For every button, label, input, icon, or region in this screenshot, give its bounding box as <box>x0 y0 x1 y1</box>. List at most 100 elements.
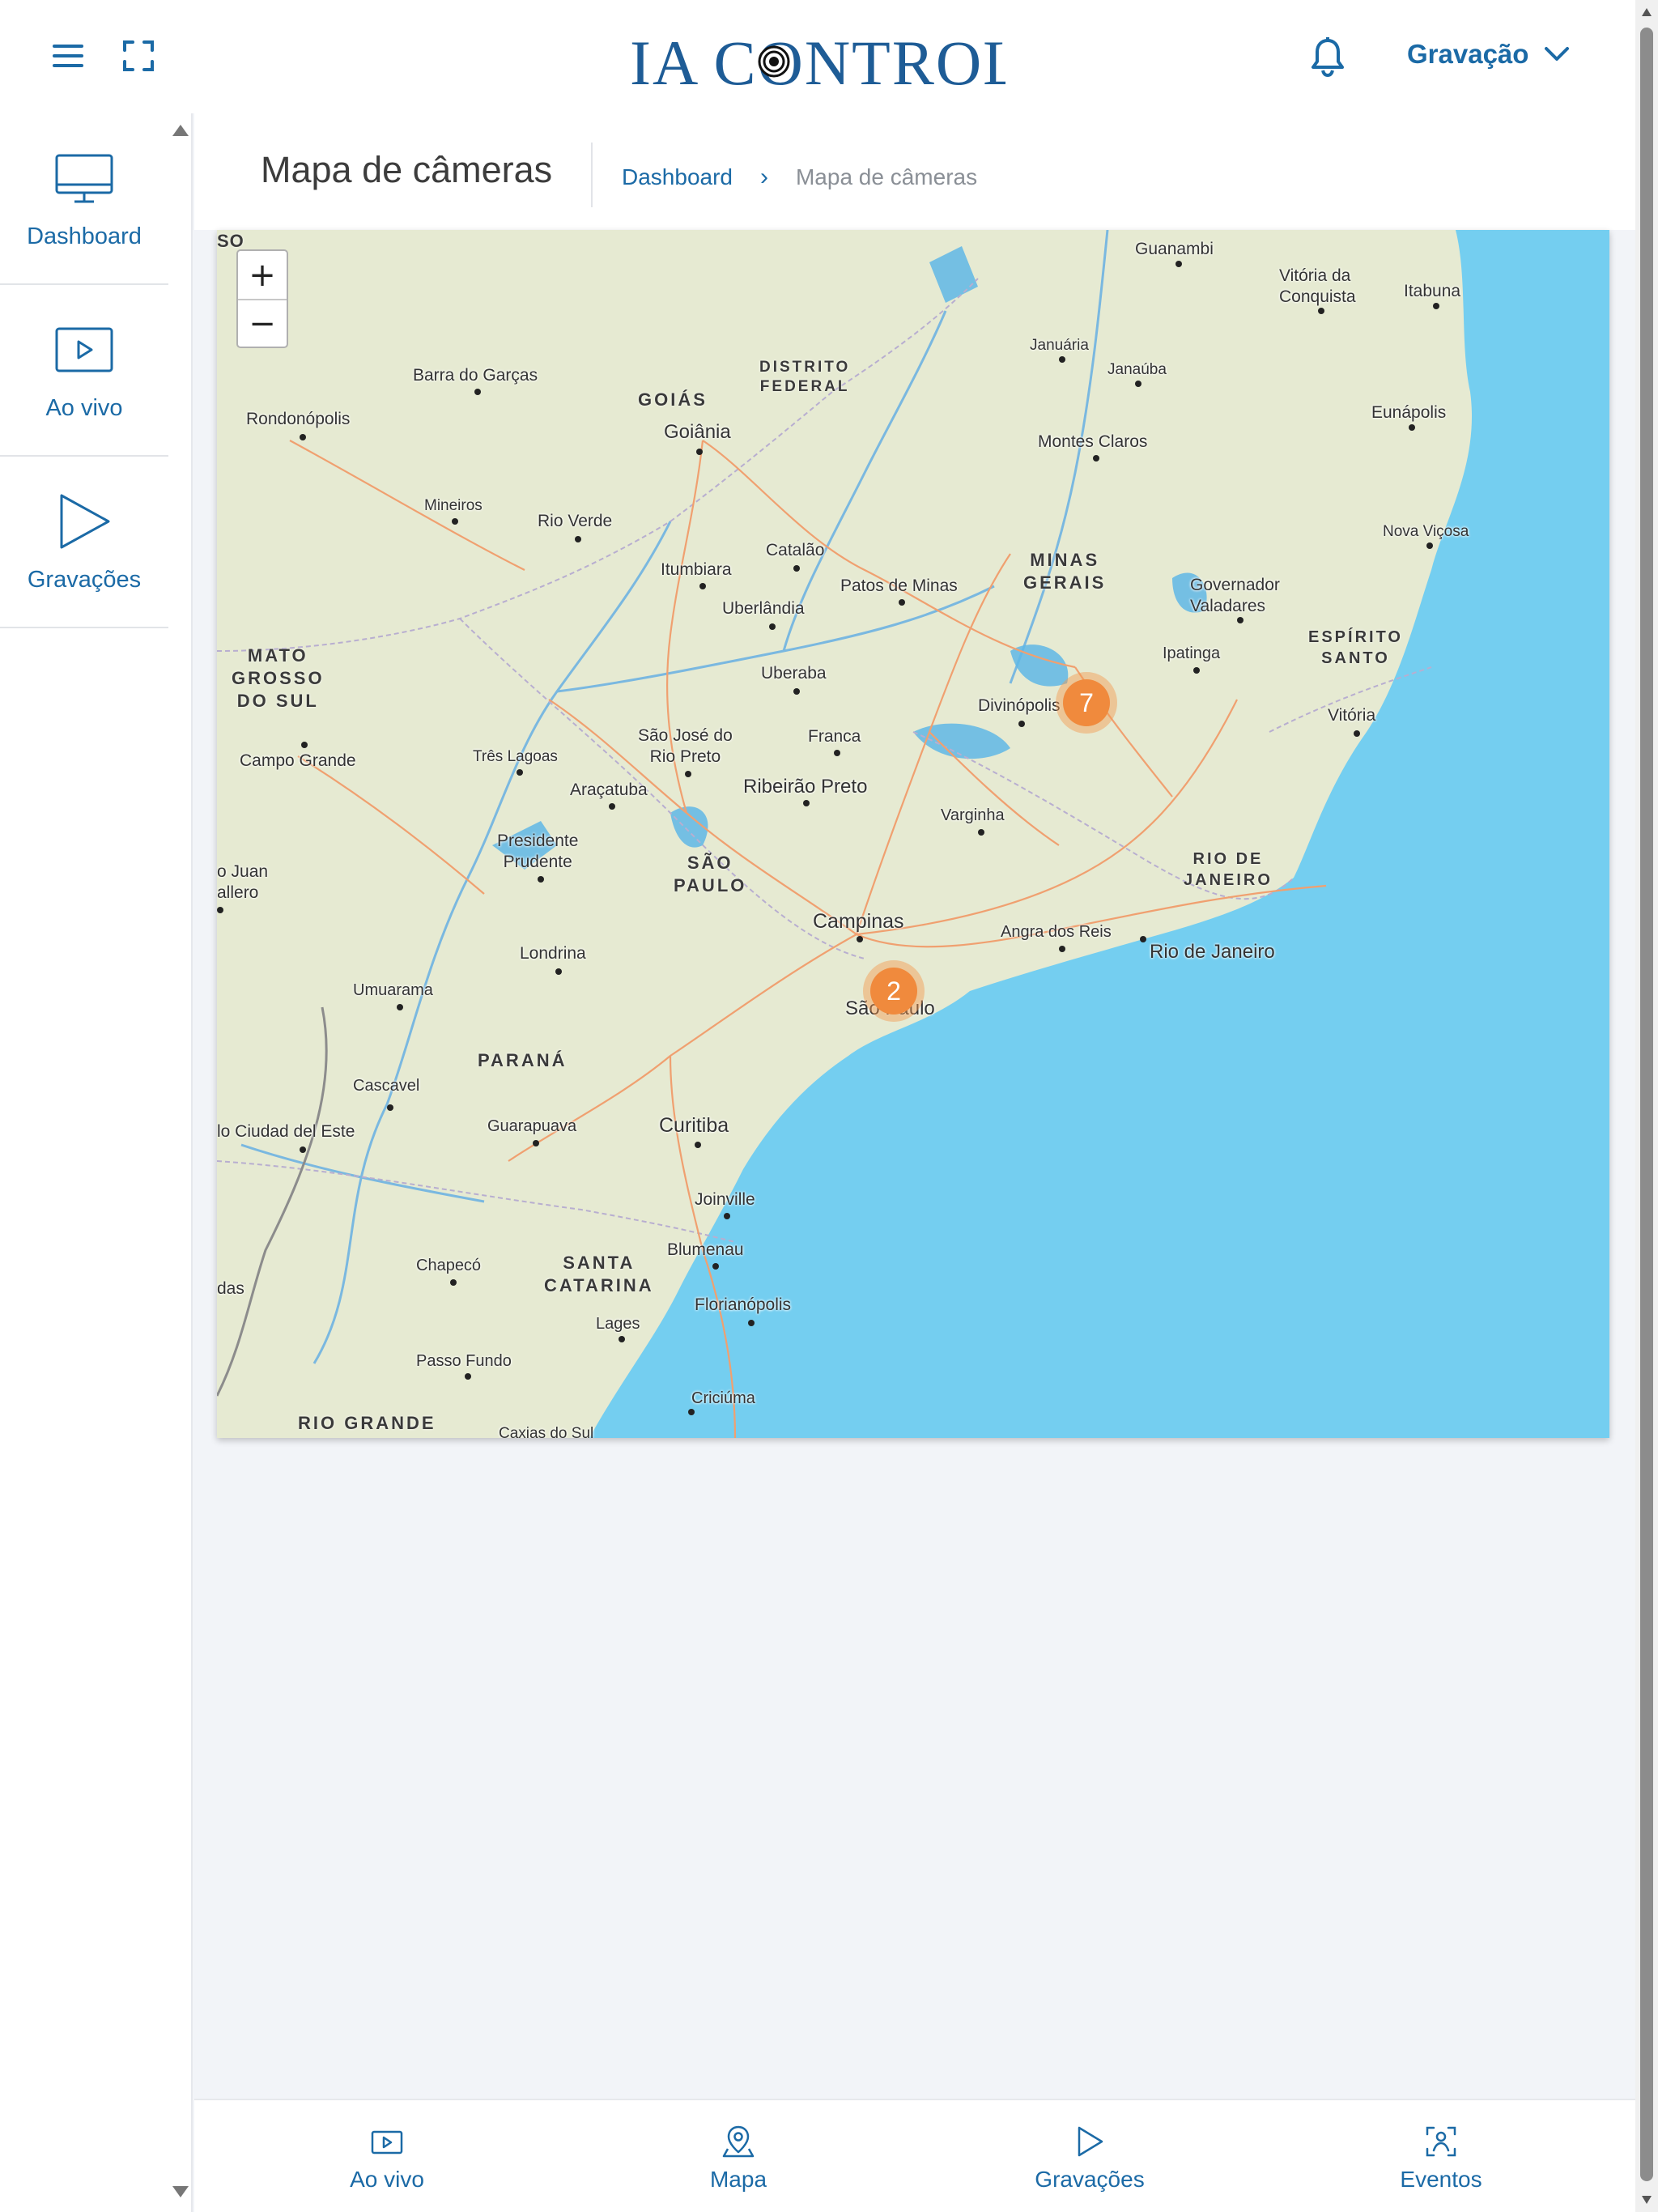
play-square-icon <box>371 2130 403 2155</box>
map-place-label: Divinópolis <box>978 696 1061 715</box>
map-place-label: Lages <box>596 1315 640 1333</box>
map-region-label: GOIÁS <box>638 389 708 410</box>
top-bar: IA CONTROL Gravação <box>0 0 1635 113</box>
sidebar-scroll-down-icon[interactable] <box>172 2186 189 2197</box>
camera-cluster-marker[interactable]: 2 <box>863 960 925 1022</box>
zoom-in-button[interactable]: + <box>238 251 287 299</box>
bottom-nav-ao-vivo[interactable]: Ao vivo <box>306 2125 468 2193</box>
map-place-label: Cascavel <box>353 1077 420 1095</box>
camera-map[interactable]: GOIÁS DISTRITO FEDERAL MINAS GERAIS MATO… <box>217 230 1609 1438</box>
map-place-label: Governador Valadares <box>1190 576 1280 615</box>
map-place-dot <box>1318 308 1324 314</box>
map-place-dot <box>301 742 308 748</box>
bottom-nav-eventos[interactable]: Eventos <box>1360 2125 1522 2193</box>
sidebar-item-label: Ao vivo <box>45 394 123 421</box>
map-region-label: SANTA CATARINA <box>544 1253 654 1295</box>
bell-icon[interactable] <box>1310 36 1346 78</box>
map-place-label: Janaúba <box>1107 361 1167 378</box>
map-place-dot <box>1175 261 1182 267</box>
scrollbar-thumb[interactable] <box>1640 28 1653 2181</box>
fullscreen-icon[interactable] <box>121 39 155 73</box>
map-place-dot <box>387 1104 393 1111</box>
map-place-dot <box>1433 303 1439 309</box>
map-place-label: Caxias do Sul <box>499 1425 594 1438</box>
page-header: Mapa de câmeras Dashboard › Mapa de câme… <box>194 113 1635 230</box>
scroll-down-icon[interactable] <box>1642 2196 1652 2204</box>
bottom-nav: Ao vivo Mapa Gravações Eventos <box>194 2099 1635 2212</box>
map-place-dot <box>575 536 581 542</box>
map-place-label: Araçatuba <box>570 781 648 799</box>
map-place-dot <box>688 1409 695 1415</box>
map-place-dot <box>1135 381 1141 387</box>
map-place-label: Patos de Minas <box>840 576 958 595</box>
map-region-label: PARANÁ <box>478 1050 568 1070</box>
map-place-dot <box>1354 730 1360 737</box>
sidebar-item-dashboard[interactable]: Dashboard <box>0 113 168 285</box>
map-place-dot <box>1237 617 1244 623</box>
map-place-dot <box>978 829 984 836</box>
map-place-label: Itumbiara <box>661 560 732 579</box>
map-place-dot <box>300 434 306 440</box>
map-place-dot <box>474 389 481 395</box>
sidebar-item-ao-vivo[interactable]: Ao vivo <box>0 285 168 457</box>
map-region-label: MINAS GERAIS <box>1023 550 1107 593</box>
scroll-up-icon[interactable] <box>1642 8 1652 16</box>
face-scan-icon <box>1426 2126 1456 2157</box>
user-menu[interactable]: Gravação <box>1407 32 1571 76</box>
menu-icon[interactable] <box>52 42 84 70</box>
map-place-label: Mineiros <box>424 497 483 514</box>
map-place-label: lo Ciudad del Este <box>217 1122 355 1141</box>
bottom-nav-label: Ao vivo <box>350 2167 424 2192</box>
zoom-out-button[interactable]: − <box>238 299 287 347</box>
map-place-label: Blumenau <box>667 1240 744 1259</box>
map-place-dot <box>1193 667 1200 674</box>
logo-text: IA CONTROL <box>630 28 1005 98</box>
map-place-dot <box>793 688 800 695</box>
monitor-icon <box>55 154 113 202</box>
breadcrumb: Dashboard › Mapa de câmeras <box>622 164 977 191</box>
map-place-label: Ribeirão Preto <box>743 776 868 798</box>
map-region-label: MATO GROSSO DO SUL <box>232 645 325 711</box>
map-place-dot <box>609 803 615 810</box>
map-place-label: Guanambi <box>1135 240 1214 258</box>
map-place-dot <box>517 769 523 776</box>
map-place-label: Barra do Garças <box>413 366 538 385</box>
camera-cluster-marker[interactable]: 7 <box>1056 672 1117 734</box>
sidebar-item-gravacoes[interactable]: Gravações <box>0 457 168 628</box>
sidebar-scroll-up-icon[interactable] <box>172 125 189 136</box>
map-place-dot <box>724 1213 730 1219</box>
map-place-label: Curitiba <box>659 1114 729 1137</box>
sidebar-item-label: Dashboard <box>27 223 142 249</box>
zoom-control: + − <box>236 249 288 348</box>
breadcrumb-current: Mapa de câmeras <box>795 164 978 189</box>
map-place-label: Umuarama <box>353 981 433 999</box>
map-place-label: Chapecó <box>416 1257 482 1274</box>
map-place-label: Criciúma <box>691 1389 755 1407</box>
map-place-label: Januária <box>1030 337 1089 354</box>
map-place-dot <box>217 907 223 913</box>
page-title: Mapa de câmeras <box>261 149 553 190</box>
map-place-dot <box>1093 455 1099 462</box>
map-place-dot <box>300 1146 306 1153</box>
map-place-dot <box>803 800 810 806</box>
map-place-label: o Juan allero <box>217 862 269 902</box>
map-place-label: Vitória <box>1328 706 1376 725</box>
cluster-count: 2 <box>870 968 917 1015</box>
breadcrumb-dashboard-link[interactable]: Dashboard <box>622 164 733 190</box>
map-place-label: Eunápolis <box>1371 403 1447 422</box>
bottom-nav-gravacoes[interactable]: Gravações <box>1009 2125 1171 2193</box>
map-place-label: Guarapuava <box>487 1117 577 1135</box>
map-place-dot <box>1409 424 1415 431</box>
map-place-label: Três Lagoas <box>473 748 558 765</box>
map-place-label: Uberlândia <box>722 599 805 618</box>
map-place-dot <box>699 583 706 589</box>
map-place-label: das <box>217 1279 244 1298</box>
map-place-label: Rio Verde <box>538 512 613 530</box>
map-place-dot <box>793 565 800 572</box>
bottom-nav-mapa[interactable]: Mapa <box>657 2125 819 2193</box>
map-place-dot <box>538 876 544 883</box>
map-place-dot <box>1059 356 1065 363</box>
map-place-dot <box>857 936 863 942</box>
map-place-dot <box>748 1320 755 1326</box>
page-scrollbar[interactable] <box>1635 0 1658 2212</box>
